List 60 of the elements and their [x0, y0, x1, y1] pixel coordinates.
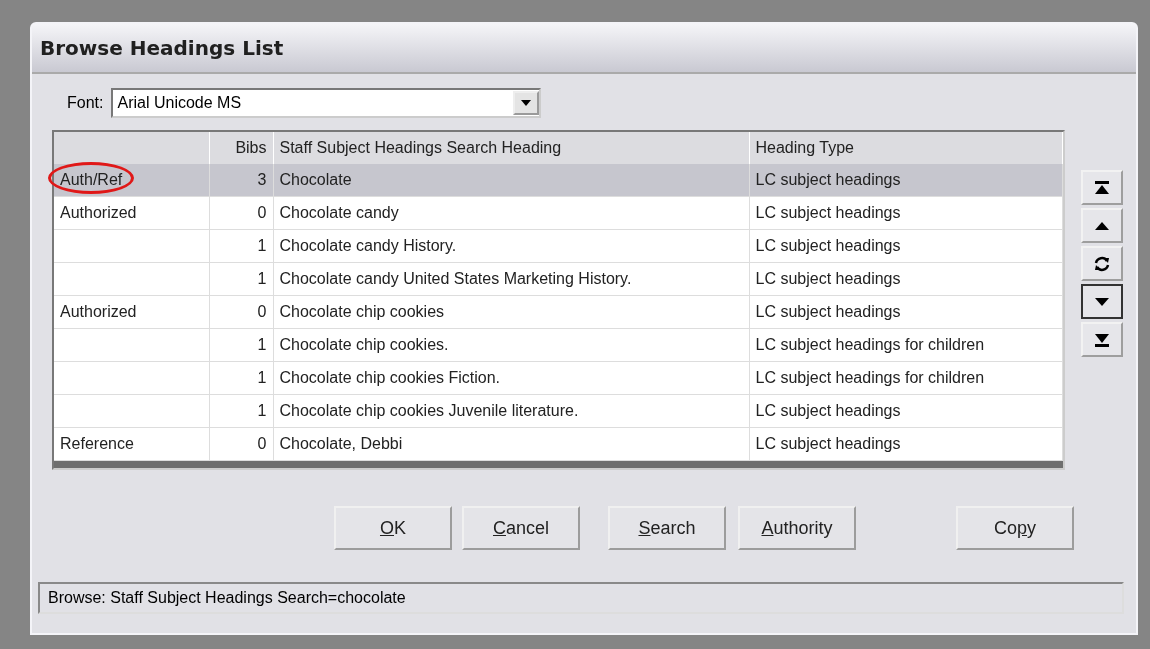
status-bar: Browse: Staff Subject Headings Search=chocolate	[38, 582, 1124, 614]
table-cell: LC subject headings for children	[749, 328, 1063, 362]
table-cell: Chocolate	[273, 164, 749, 197]
table-cell: LC subject headings	[749, 164, 1063, 197]
table-cell: 0	[209, 427, 273, 461]
table-row[interactable]: Reference 0 Chocolate, Debbi LC subject headings	[54, 427, 1063, 461]
table-cell: 3	[209, 164, 273, 197]
nav-button[interactable]	[1081, 208, 1123, 243]
table-cell: 1	[209, 262, 273, 296]
table-cell: 0	[209, 295, 273, 329]
table-cell: LC subject headings	[749, 196, 1063, 230]
table-row[interactable]: 1 Chocolate chip cookies Fiction. LC subject headings for children	[54, 361, 1063, 395]
table-cell: 1	[209, 229, 273, 263]
nav-button[interactable]	[1081, 246, 1123, 281]
table-cell: LC subject headings	[749, 427, 1063, 461]
nav-button[interactable]	[1081, 322, 1123, 357]
dialog-button[interactable]: Search	[608, 506, 726, 550]
dialog-button[interactable]: Copy	[956, 506, 1074, 550]
table-cell: LC subject headings	[749, 229, 1063, 263]
first-icon	[1092, 178, 1112, 197]
table-row[interactable]: Authorized 0 Chocolate chip cookies LC subject headings	[54, 295, 1063, 329]
table-row[interactable]: 1 Chocolate chip cookies Juvenile literature. LC subject headings	[54, 394, 1063, 428]
table-row[interactable]: 1 Chocolate candy History. LC subject headings	[54, 229, 1063, 263]
table-cell: Reference	[54, 427, 209, 461]
table-cell: Chocolate candy United States Marketing History.	[273, 262, 749, 296]
table-cell: Authorized	[54, 295, 209, 329]
table-cell: Authorized	[54, 196, 209, 230]
nav-button[interactable]	[1081, 170, 1123, 205]
table-cell: Chocolate chip cookies Juvenile literature.	[273, 394, 749, 428]
table-cell: LC subject headings	[749, 262, 1063, 296]
dialog-button[interactable]: OK	[334, 506, 452, 550]
table-cell: LC subject headings	[749, 394, 1063, 428]
table-row[interactable]: 1 Chocolate chip cookies. LC subject headings for children	[54, 328, 1063, 362]
dialog-button[interactable]: Cancel	[462, 506, 580, 550]
table-cell: LC subject headings for children	[749, 361, 1063, 395]
dialog-button[interactable]: Authority	[738, 506, 856, 550]
font-dropdown[interactable]: Arial Unicode MS	[111, 88, 542, 118]
table-row[interactable]: 1 Chocolate candy United States Marketing History. LC subject headings	[54, 262, 1063, 296]
table-cell: 1	[209, 361, 273, 395]
table-cell: Auth/Ref	[54, 164, 209, 197]
column-header: Staff Subject Headings Search Heading	[273, 132, 749, 164]
nav-button[interactable]	[1081, 284, 1123, 319]
table-cell: Chocolate chip cookies.	[273, 328, 749, 362]
table-cell: 1	[209, 394, 273, 428]
column-header: Heading Type	[749, 132, 1063, 164]
table-cell: Chocolate candy	[273, 196, 749, 230]
table-row[interactable]: Authorized 0 Chocolate candy LC subject headings	[54, 196, 1063, 230]
table-cell: Chocolate, Debbi	[273, 427, 749, 461]
dropdown-button[interactable]	[513, 91, 540, 115]
window-title: Browse Headings List	[40, 36, 284, 60]
table-cell: 1	[209, 328, 273, 362]
table-cell: Chocolate chip cookies	[273, 295, 749, 329]
column-header: Bibs	[209, 132, 273, 164]
table-cell: Chocolate chip cookies Fiction.	[273, 361, 749, 395]
table-cell: Chocolate candy History.	[273, 229, 749, 263]
refresh-icon	[1092, 254, 1112, 273]
table-cell: 0	[209, 196, 273, 230]
table-cell: LC subject headings	[749, 295, 1063, 329]
caret-icon	[521, 100, 532, 106]
font-label: Font:	[67, 94, 104, 112]
